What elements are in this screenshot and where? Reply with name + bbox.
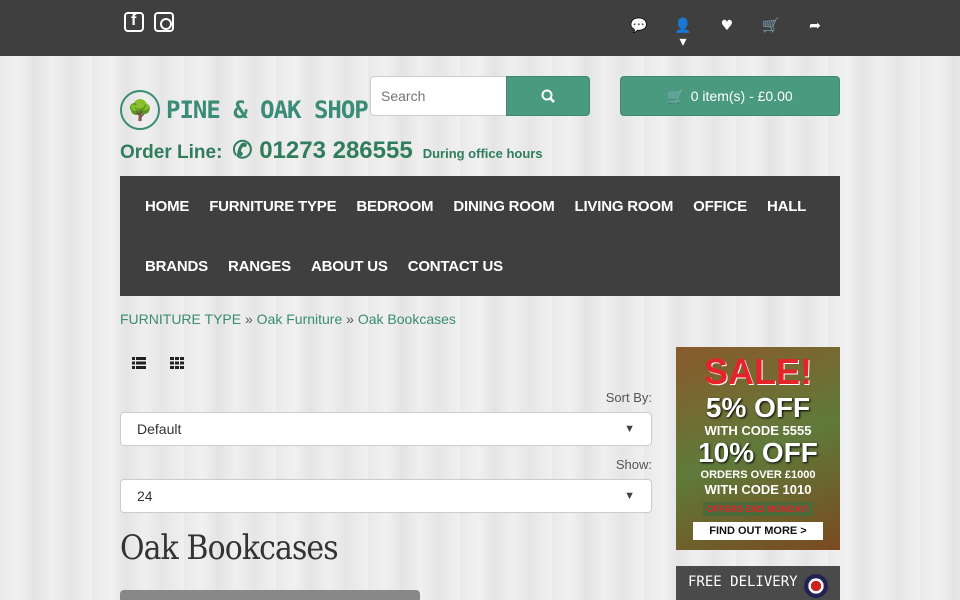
search-bar — [370, 76, 590, 116]
list-view-button[interactable] — [120, 347, 158, 379]
top-icons: 💬 👤▾ ♥ 🛒 ➦ — [630, 18, 824, 50]
sale-banner[interactable]: SALE! 5% OFF WITH CODE 5555 10% OFF ORDE… — [676, 347, 840, 550]
search-input[interactable] — [370, 76, 506, 116]
comments-icon[interactable]: 💬 — [630, 18, 648, 50]
product-card[interactable] — [120, 590, 420, 600]
breadcrumb-furniture-type[interactable]: FURNITURE TYPE — [120, 311, 241, 327]
sale-offer-2-code: WITH CODE 1010 — [704, 482, 812, 497]
top-bar: 💬 👤▾ ♥ 🛒 ➦ — [0, 0, 960, 56]
cart-label: 0 item(s) - £0.00 — [690, 88, 793, 104]
sale-offer-2: 10% OFF — [698, 437, 818, 468]
sale-offer-1-code: WITH CODE 5555 — [682, 423, 834, 438]
breadcrumb-sep: » — [346, 311, 354, 327]
order-line: Order Line: ✆ 01273 286555 During office… — [120, 136, 543, 165]
social-links — [124, 12, 174, 32]
sort-label: Sort By: — [605, 390, 652, 405]
nav-living-room[interactable]: LIVING ROOM — [565, 198, 684, 215]
heart-icon[interactable]: ♥ — [718, 18, 736, 50]
sale-offer-1: 5% OFF — [705, 392, 811, 423]
nav-contact-us[interactable]: CONTACT US — [398, 258, 513, 275]
search-button[interactable] — [506, 76, 590, 116]
sort-value: Default — [137, 421, 182, 437]
uk-flag-icon — [804, 574, 828, 598]
nav-ranges[interactable]: RANGES — [218, 258, 301, 275]
show-select[interactable]: 24 ▼ — [120, 479, 652, 513]
grid-view-button[interactable] — [158, 347, 196, 379]
show-value: 24 — [137, 488, 153, 504]
instagram-icon[interactable] — [154, 12, 174, 32]
nav-home[interactable]: HOME — [135, 198, 199, 215]
share-icon[interactable]: ➦ — [806, 18, 824, 50]
show-label: Show: — [615, 457, 652, 472]
free-delivery-label: FREE DELIVERY — [688, 574, 798, 590]
user-icon[interactable]: 👤▾ — [674, 18, 692, 50]
nav-row-2: BRANDS RANGES ABOUT US CONTACT US — [135, 236, 825, 296]
nav-bedroom[interactable]: BEDROOM — [346, 198, 443, 215]
nav-row-1: HOME FURNITURE TYPE BEDROOM DINING ROOM … — [135, 176, 825, 236]
nav-dining-room[interactable]: DINING ROOM — [443, 198, 564, 215]
logo-text: PINE & OAK SHOP — [166, 96, 369, 124]
facebook-icon[interactable] — [124, 12, 144, 32]
phone-text: 01273 286555 — [259, 137, 413, 164]
nav-office[interactable]: OFFICE — [683, 198, 757, 215]
phone-icon: ✆ — [232, 137, 253, 164]
find-out-more-button[interactable]: FIND OUT MORE > — [693, 522, 823, 540]
tree-icon: 🌳 — [120, 90, 160, 130]
nav-furniture-type[interactable]: FURNITURE TYPE — [199, 198, 346, 215]
sale-offer-1-sub: WITH CODE — [704, 423, 779, 438]
grid-icon — [170, 357, 184, 369]
search-icon — [541, 89, 555, 103]
breadcrumb-oak-furniture[interactable]: Oak Furniture — [257, 311, 343, 327]
breadcrumb-oak-bookcases[interactable]: Oak Bookcases — [358, 311, 456, 327]
breadcrumb: FURNITURE TYPE » Oak Furniture » Oak Boo… — [120, 311, 456, 327]
sort-select[interactable]: Default ▼ — [120, 412, 652, 446]
order-label: Order Line: — [120, 142, 223, 163]
page-title: Oak Bookcases — [120, 528, 339, 568]
cart-button[interactable]: 🛒 0 item(s) - £0.00 — [620, 76, 840, 116]
nav-brands[interactable]: BRANDS — [135, 258, 218, 275]
nav-about-us[interactable]: ABOUT US — [301, 258, 398, 275]
free-delivery-banner[interactable]: FREE DELIVERY — [676, 566, 840, 600]
list-icon — [132, 357, 146, 369]
phone-number[interactable]: ✆ 01273 286555 — [232, 136, 412, 165]
breadcrumb-sep: » — [244, 311, 253, 327]
sale-ends: OFFERS END MONDAY! — [702, 502, 814, 516]
nav-hall[interactable]: HALL — [757, 198, 816, 215]
office-hours: During office hours — [422, 146, 543, 161]
main-nav: HOME FURNITURE TYPE BEDROOM DINING ROOM … — [120, 176, 840, 296]
site-logo[interactable]: 🌳 PINE & OAK SHOP — [120, 90, 369, 130]
chevron-down-icon: ▼ — [624, 423, 635, 435]
sale-offer-2-sub: ORDERS OVER £1000 — [700, 469, 816, 481]
cart-icon: 🛒 — [667, 87, 685, 104]
sale-code-5555: 5555 — [782, 423, 812, 438]
view-toggle — [120, 347, 196, 379]
sale-title: SALE! — [704, 351, 812, 392]
chevron-down-icon: ▼ — [624, 490, 635, 502]
cart-icon[interactable]: 🛒 — [762, 18, 780, 50]
